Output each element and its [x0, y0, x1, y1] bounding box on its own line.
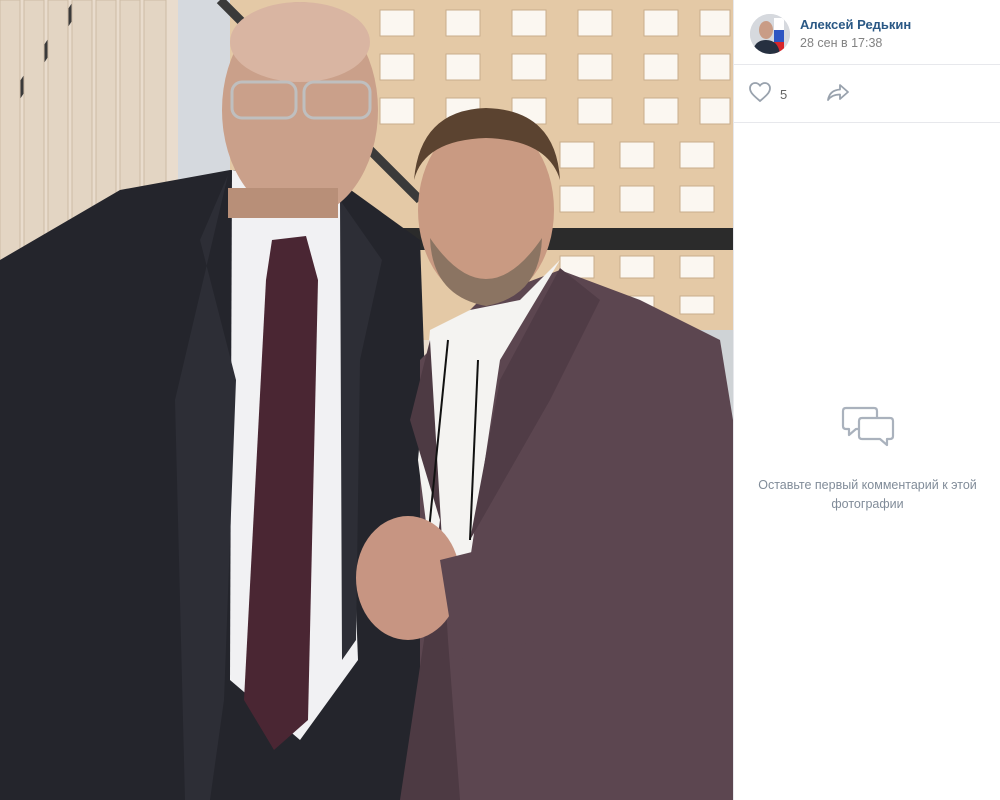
like-count: 5	[780, 86, 788, 102]
photo-image	[0, 0, 733, 800]
heart-icon	[748, 81, 772, 108]
post-photo[interactable]	[0, 0, 733, 800]
post-actions: 5	[748, 80, 988, 108]
speech-bubble-icon	[734, 404, 1000, 454]
actions-divider	[734, 122, 1000, 123]
author-name-link[interactable]: Алексей Редькин	[800, 17, 911, 32]
post-author: Алексей Редькин 28 сен в 17:38	[750, 14, 1000, 54]
like-button[interactable]: 5	[748, 80, 787, 108]
comments-empty-text: Оставьте первый комментарий к этой фотог…	[758, 478, 977, 511]
avatar[interactable]	[750, 14, 790, 54]
post-date[interactable]: 28 сен в 17:38	[800, 36, 882, 50]
header-divider	[734, 64, 1000, 65]
share-button[interactable]	[824, 80, 852, 108]
post-side-panel: Алексей Редькин 28 сен в 17:38 5 Оставьт…	[733, 0, 1000, 800]
comments-empty-state: Оставьте первый комментарий к этой фотог…	[734, 404, 1000, 514]
share-arrow-icon	[826, 82, 850, 107]
